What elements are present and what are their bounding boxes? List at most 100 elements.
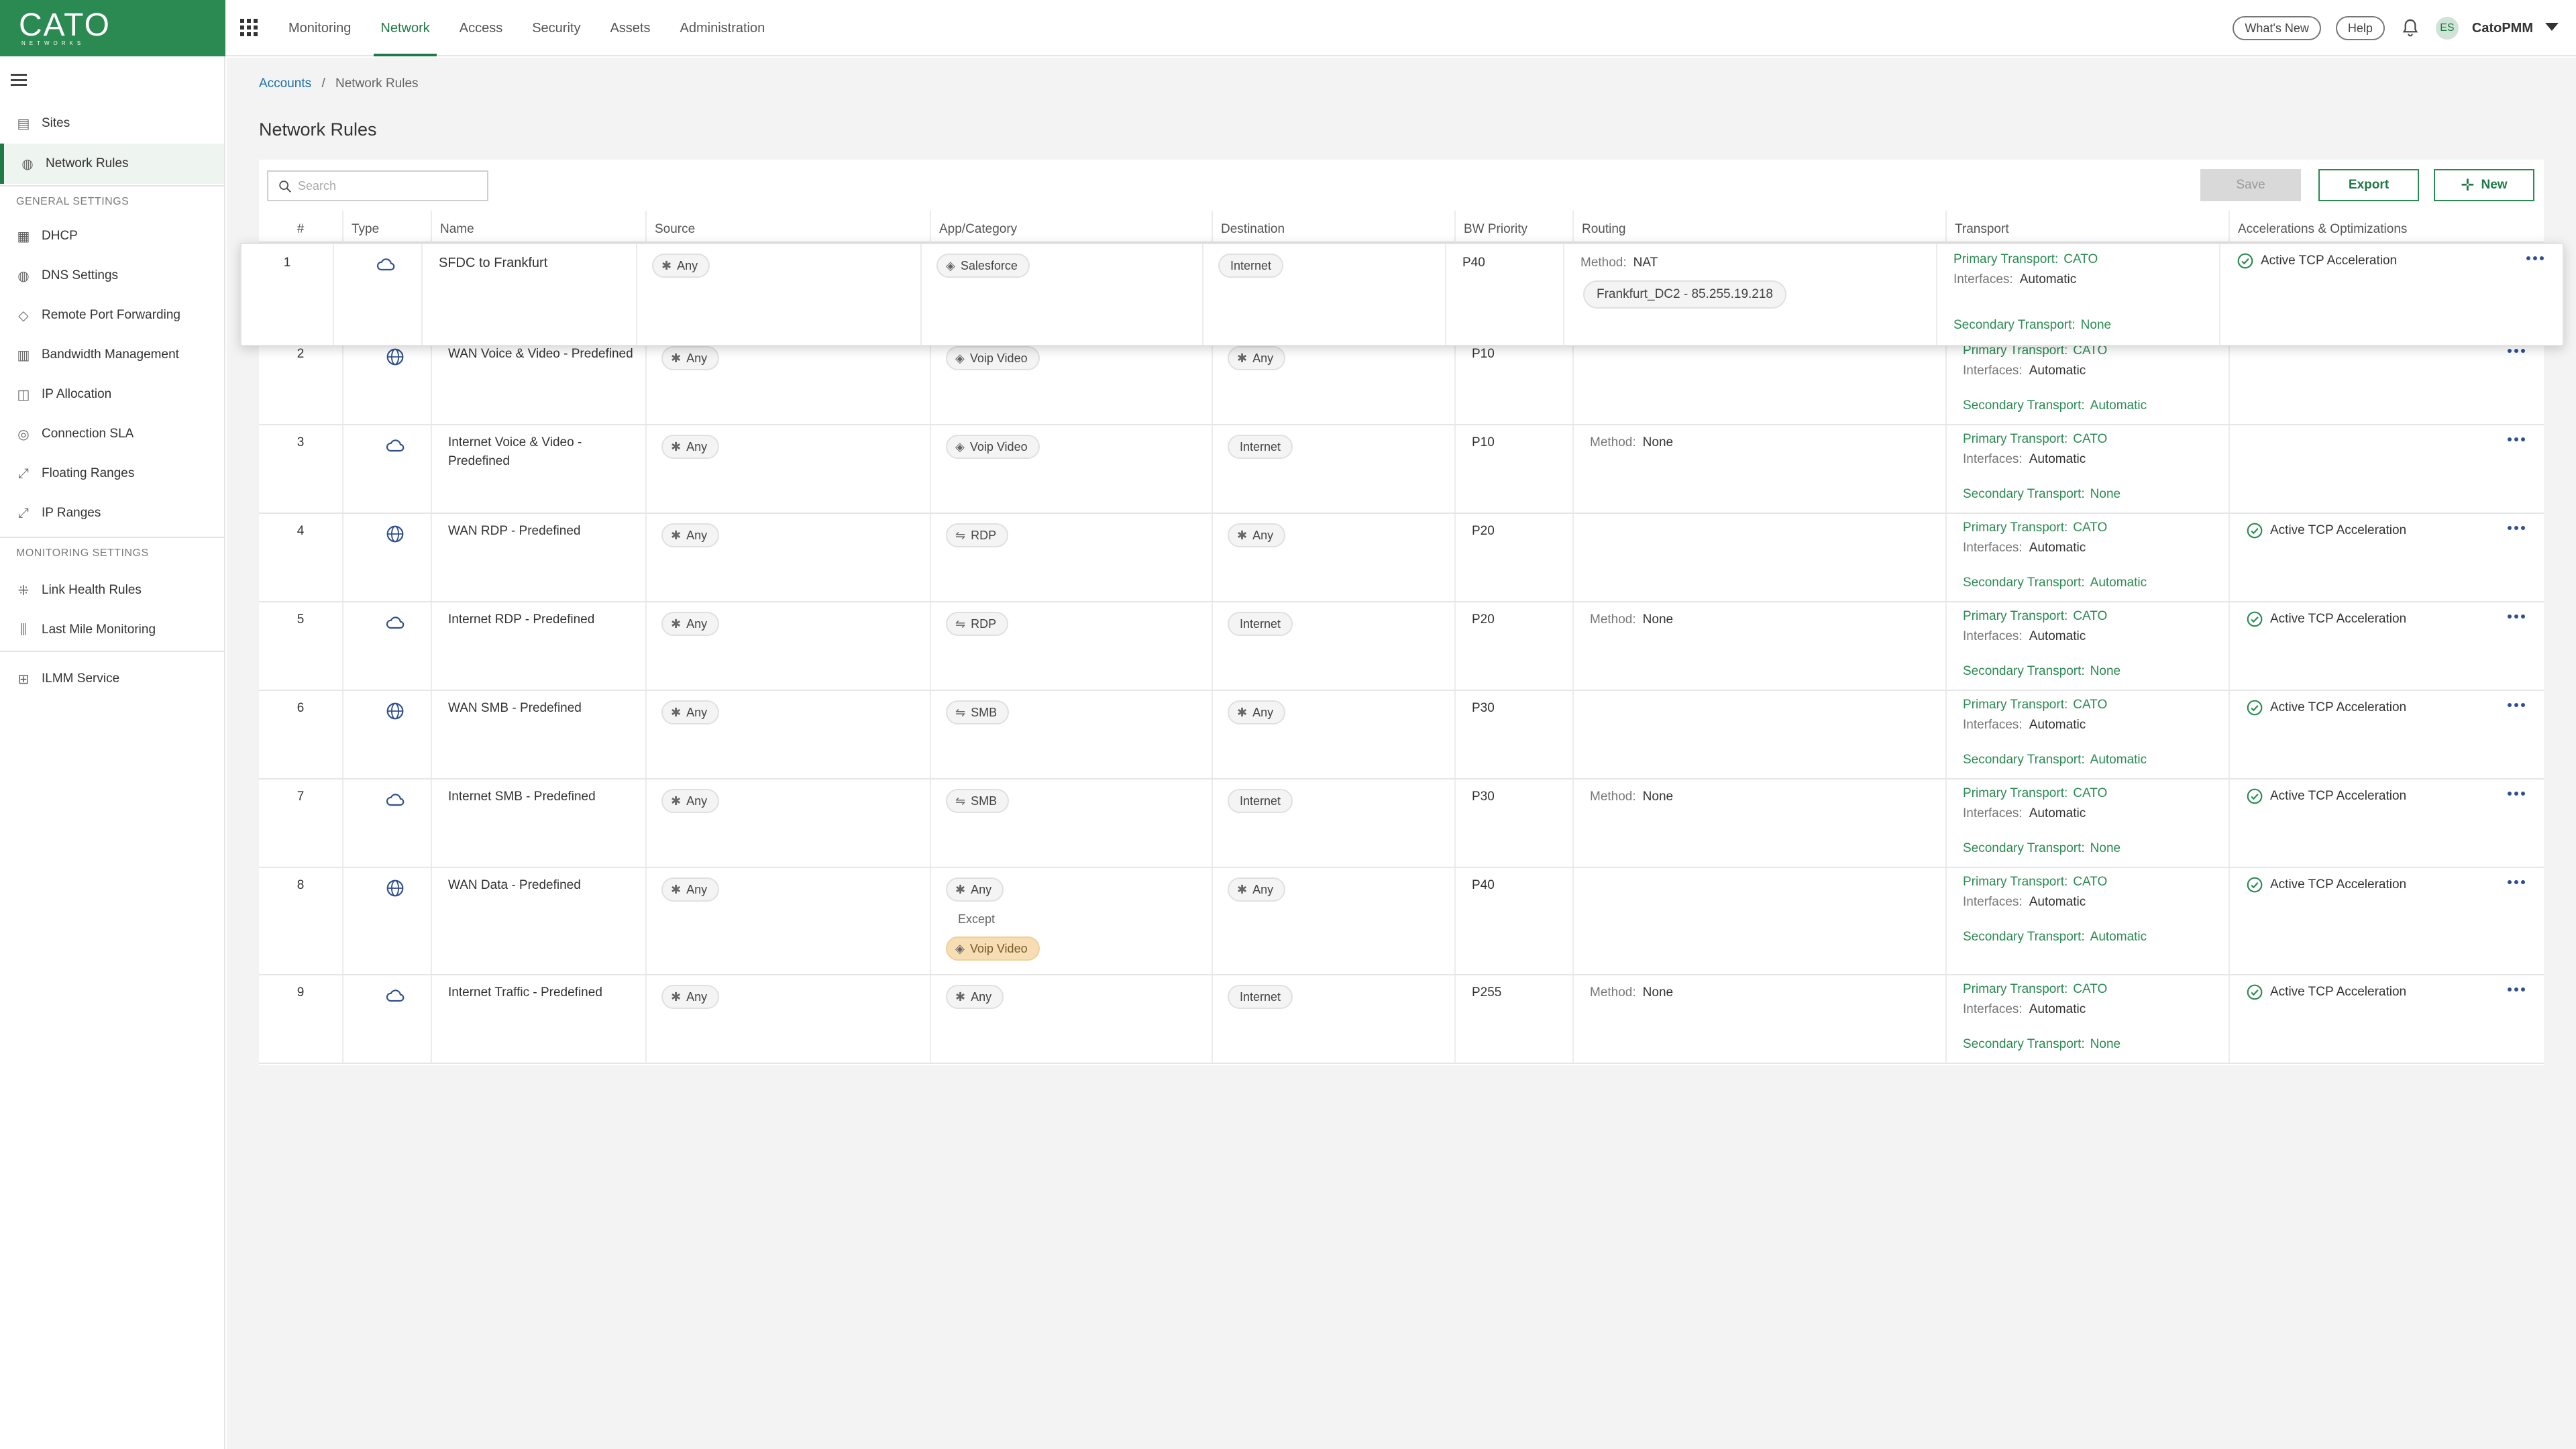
source-chip[interactable]: ✱ Any [661,985,720,1009]
primary-transport[interactable]: Primary Transport: CATO [1963,521,2107,535]
except-app-chip[interactable]: ◈ Voip Video [946,936,1040,961]
destination-chip[interactable]: Internet [1218,254,1284,278]
sidebar-item-network-rules[interactable]: ◍ Network Rules [0,144,224,184]
table-row[interactable]: 3 Internet Voice & Video - Predefined ✱ Any… [259,425,2544,514]
app-chip[interactable]: ✱ Any [946,985,1004,1009]
rule-name[interactable]: Internet SMB - Predefined [448,788,636,806]
secondary-transport[interactable]: Secondary Transport: Automatic [1963,753,2147,767]
logo[interactable]: CATO NETWORKS [0,0,225,56]
more-icon[interactable] [2508,614,2525,619]
rule-name[interactable]: WAN Voice & Video - Predefined [448,345,636,364]
more-icon[interactable] [2508,987,2525,991]
secondary-transport[interactable]: Secondary Transport: None [1963,487,2121,502]
sidebar-item-ip-allocation[interactable]: ◫ IP Allocation [0,374,224,415]
app-chip[interactable]: ⇋ RDP [946,523,1009,547]
destination-chip[interactable]: ✱ Any [1228,523,1286,547]
more-icon[interactable] [2508,792,2525,796]
column-header-number[interactable]: # [259,211,342,243]
source-chip[interactable]: ✱ Any [661,612,720,636]
source-chip[interactable]: ✱ Any [661,700,720,724]
app-chip[interactable]: ⇋ RDP [946,612,1009,636]
rule-name[interactable]: WAN SMB - Predefined [448,699,636,718]
app-launcher-icon[interactable] [240,19,258,36]
rule-name[interactable]: SFDC to Frankfurt [439,254,627,272]
table-row[interactable]: 9 Internet Traffic - Predefined ✱ Any ✱ Any In… [259,975,2544,1064]
column-header-accelerations-optimizations[interactable]: Accelerations & Optimizations [2229,211,2500,243]
table-row[interactable]: 2 WAN Voice & Video - Predefined ✱ Any ◈ Voip… [259,337,2544,425]
sidebar-item-floating-ranges[interactable]: ⤢ Floating Ranges [0,453,224,494]
table-row[interactable]: 4 WAN RDP - Predefined ✱ Any ⇋ RDP ✱ Any P20 Prim… [259,514,2544,602]
rule-name[interactable]: Internet RDP - Predefined [448,610,636,629]
app-chip[interactable]: ⇋ SMB [946,700,1010,724]
app-chip[interactable]: ◈ Voip Video [946,435,1040,459]
app-chip[interactable]: ◈ Voip Video [946,346,1040,370]
secondary-transport[interactable]: Secondary Transport: None [1963,1037,2121,1052]
destination-chip[interactable]: ✱ Any [1228,877,1286,902]
destination-chip[interactable]: ✱ Any [1228,700,1286,724]
more-icon[interactable] [2526,256,2544,260]
avatar[interactable]: ES [2435,17,2459,40]
destination-chip[interactable]: Internet [1228,985,1293,1009]
table-row[interactable]: 7 Internet SMB - Predefined ✱ Any ⇋ SMB Intern… [259,780,2544,868]
sidebar-item-dns-settings[interactable]: ◍ DNS Settings [0,256,224,296]
more-icon[interactable] [2508,526,2525,530]
routing-chip[interactable]: Frankfurt_DC2 - 85.255.19.218 [1583,280,1786,309]
secondary-transport[interactable]: Secondary Transport: Automatic [1963,576,2147,590]
source-chip[interactable]: ✱ Any [661,346,720,370]
sidebar-item-dhcp[interactable]: ▦ DHCP [0,216,224,256]
column-header-name[interactable]: Name [431,211,645,243]
secondary-transport[interactable]: Secondary Transport: None [1963,664,2121,679]
primary-transport[interactable]: Primary Transport: CATO [1963,698,2107,712]
destination-chip[interactable]: ✱ Any [1228,346,1286,370]
sidebar-item-sites[interactable]: ▤ Sites [0,103,224,144]
destination-chip[interactable]: Internet [1228,435,1293,459]
rule-name[interactable]: Internet Voice & Video - Predefined [448,433,636,471]
primary-transport[interactable]: Primary Transport: CATO [1963,609,2107,624]
source-chip[interactable]: ✱ Any [661,523,720,547]
breadcrumb-accounts-link[interactable]: Accounts [259,76,311,91]
sidebar-item-last-mile-monitoring[interactable]: ⫼ Last Mile Monitoring [0,610,224,650]
rule-name[interactable]: WAN RDP - Predefined [448,522,636,541]
search-input[interactable]: Search [267,170,488,201]
destination-chip[interactable]: Internet [1228,612,1293,636]
sidebar-item-ip-ranges[interactable]: ⤢ IP Ranges [0,493,224,533]
table-row-selected[interactable]: 1 SFDC to Frankfurt ✱ Any ◈ Salesforce Interne… [240,243,2564,346]
nav-security[interactable]: Security [517,0,595,56]
help-button[interactable]: Help [2335,16,2385,40]
primary-transport[interactable]: Primary Transport: CATO [1953,252,2098,267]
bell-icon[interactable] [2400,17,2421,39]
sidebar-item-connection-sla[interactable]: ◎ Connection SLA [0,414,224,454]
nav-network[interactable]: Network [366,0,444,56]
table-row[interactable]: 6 WAN SMB - Predefined ✱ Any ⇋ SMB ✱ Any P30 Prim… [259,691,2544,780]
account-name[interactable]: CatoPMM [2472,21,2533,36]
more-icon[interactable] [2508,349,2525,353]
app-chip[interactable]: ◈ Salesforce [936,254,1030,278]
rule-name[interactable]: WAN Data - Predefined [448,876,636,895]
primary-transport[interactable]: Primary Transport: CATO [1963,875,2107,890]
save-button[interactable]: Save [2200,169,2301,201]
secondary-transport[interactable]: Secondary Transport: Automatic [1963,930,2147,945]
menu-icon[interactable] [11,74,27,86]
primary-transport[interactable]: Primary Transport: CATO [1963,982,2107,997]
primary-transport[interactable]: Primary Transport: CATO [1963,432,2107,447]
source-chip[interactable]: ✱ Any [661,877,720,902]
column-header-routing[interactable]: Routing [1572,211,1945,243]
app-chip[interactable]: ⇋ SMB [946,789,1010,813]
secondary-transport[interactable]: Secondary Transport: None [1963,841,2121,856]
sidebar-item-remote-port-forwarding[interactable]: ◇ Remote Port Forwarding [0,295,224,335]
source-chip[interactable]: ✱ Any [652,254,710,278]
column-header-bw-priority[interactable]: BW Priority [1454,211,1572,243]
source-chip[interactable]: ✱ Any [661,789,720,813]
table-row[interactable]: 5 Internet RDP - Predefined ✱ Any ⇋ RDP Intern… [259,602,2544,691]
secondary-transport[interactable]: Secondary Transport: None [1953,318,2111,333]
column-header-app-category[interactable]: App/Category [930,211,1212,243]
more-icon[interactable] [2508,703,2525,707]
nav-assets[interactable]: Assets [595,0,665,56]
export-button[interactable]: Export [2318,169,2419,201]
table-row[interactable]: 8 WAN Data - Predefined ✱ Any ✱ Any Except ◈ Voi… [259,868,2544,975]
source-chip[interactable]: ✱ Any [661,435,720,459]
more-icon[interactable] [2508,437,2525,441]
destination-chip[interactable]: Internet [1228,789,1293,813]
whats-new-button[interactable]: What's New [2233,16,2321,40]
rule-name[interactable]: Internet Traffic - Predefined [448,983,636,1002]
